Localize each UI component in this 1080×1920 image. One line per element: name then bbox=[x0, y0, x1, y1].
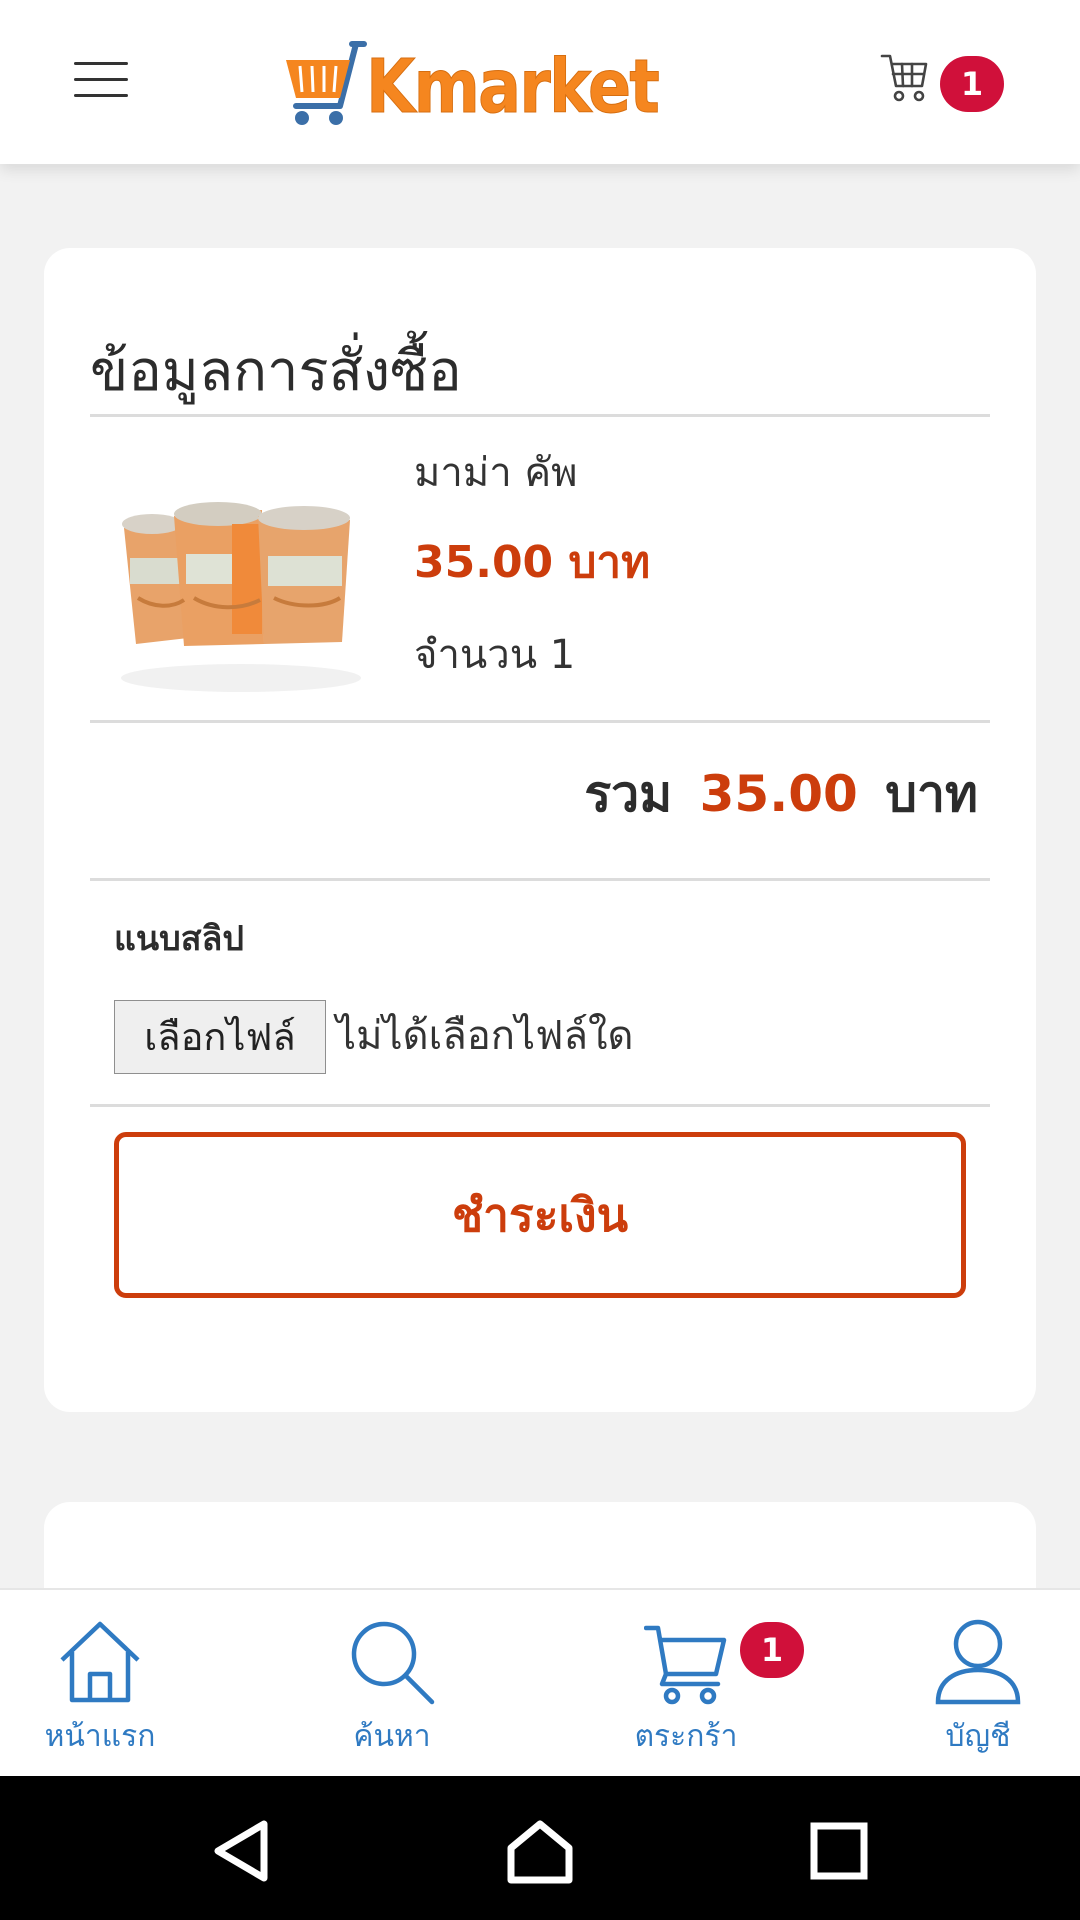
nav-item-account[interactable]: บัญชี bbox=[878, 1590, 1078, 1776]
attach-slip-label: แนบสลิป bbox=[114, 919, 244, 959]
hamburger-line bbox=[74, 78, 128, 81]
cart-count-badge[interactable]: 1 bbox=[740, 1622, 804, 1678]
search-icon bbox=[351, 1621, 435, 1705]
product-price: 35.00 บาท bbox=[414, 537, 651, 588]
cart-count-badge[interactable]: 1 bbox=[940, 56, 1004, 112]
total-unit: บาท bbox=[885, 765, 978, 823]
divider bbox=[90, 1104, 990, 1107]
nav-item-cart[interactable]: ตระกร้า bbox=[586, 1590, 786, 1776]
product-name: มาม่า คัพ bbox=[414, 450, 578, 496]
system-navigation-bar bbox=[0, 1776, 1080, 1920]
nav-label-cart: ตระกร้า bbox=[634, 1719, 738, 1754]
product-image[interactable] bbox=[114, 458, 368, 698]
hamburger-line bbox=[74, 62, 128, 65]
cart-icon[interactable] bbox=[880, 50, 930, 106]
user-icon bbox=[935, 1619, 1021, 1705]
pay-button[interactable]: ชำระเงิน bbox=[114, 1132, 966, 1298]
total-label: รวม bbox=[584, 765, 673, 823]
logo-cart-icon bbox=[286, 41, 367, 125]
nav-label-account: บัญชี bbox=[945, 1719, 1011, 1754]
home-icon[interactable] bbox=[505, 1816, 575, 1886]
brand-logo[interactable]: Kmarket bbox=[282, 38, 660, 131]
recents-icon[interactable] bbox=[804, 1816, 874, 1886]
file-status-text: ไม่ได้เลือกไฟล์ใด bbox=[336, 1013, 634, 1059]
brand-name: Kmarket bbox=[366, 44, 661, 131]
back-icon[interactable] bbox=[206, 1816, 276, 1886]
divider bbox=[90, 720, 990, 723]
total-amount: 35.00 bbox=[699, 765, 858, 823]
choose-file-button[interactable]: เลือกไฟล์ bbox=[114, 1000, 326, 1074]
nav-item-search[interactable]: ค้นหา bbox=[292, 1590, 492, 1776]
divider bbox=[90, 878, 990, 881]
order-summary-card: ข้อมูลการสั่งซื้อ มาม่า คัพ 35.00 บาท จำ… bbox=[44, 248, 1036, 1412]
top-app-bar: Kmarket 1 bbox=[0, 0, 1080, 164]
bottom-navigation: หน้าแรก ค้นหา ตระกร้า บัญชี 1 bbox=[0, 1588, 1080, 1776]
hamburger-line bbox=[74, 94, 128, 97]
home-icon bbox=[60, 1621, 140, 1703]
page-title: ข้อมูลการสั่งซื้อ bbox=[90, 339, 462, 404]
nav-label-home: หน้าแรก bbox=[44, 1719, 156, 1754]
cart-icon bbox=[644, 1625, 727, 1705]
divider bbox=[90, 414, 990, 417]
order-total: รวม 35.00 บาท bbox=[584, 762, 978, 826]
menu-button[interactable] bbox=[74, 56, 132, 102]
nav-label-search: ค้นหา bbox=[353, 1719, 431, 1754]
product-quantity: จำนวน 1 bbox=[414, 632, 576, 678]
nav-item-home[interactable]: หน้าแรก bbox=[0, 1590, 200, 1776]
